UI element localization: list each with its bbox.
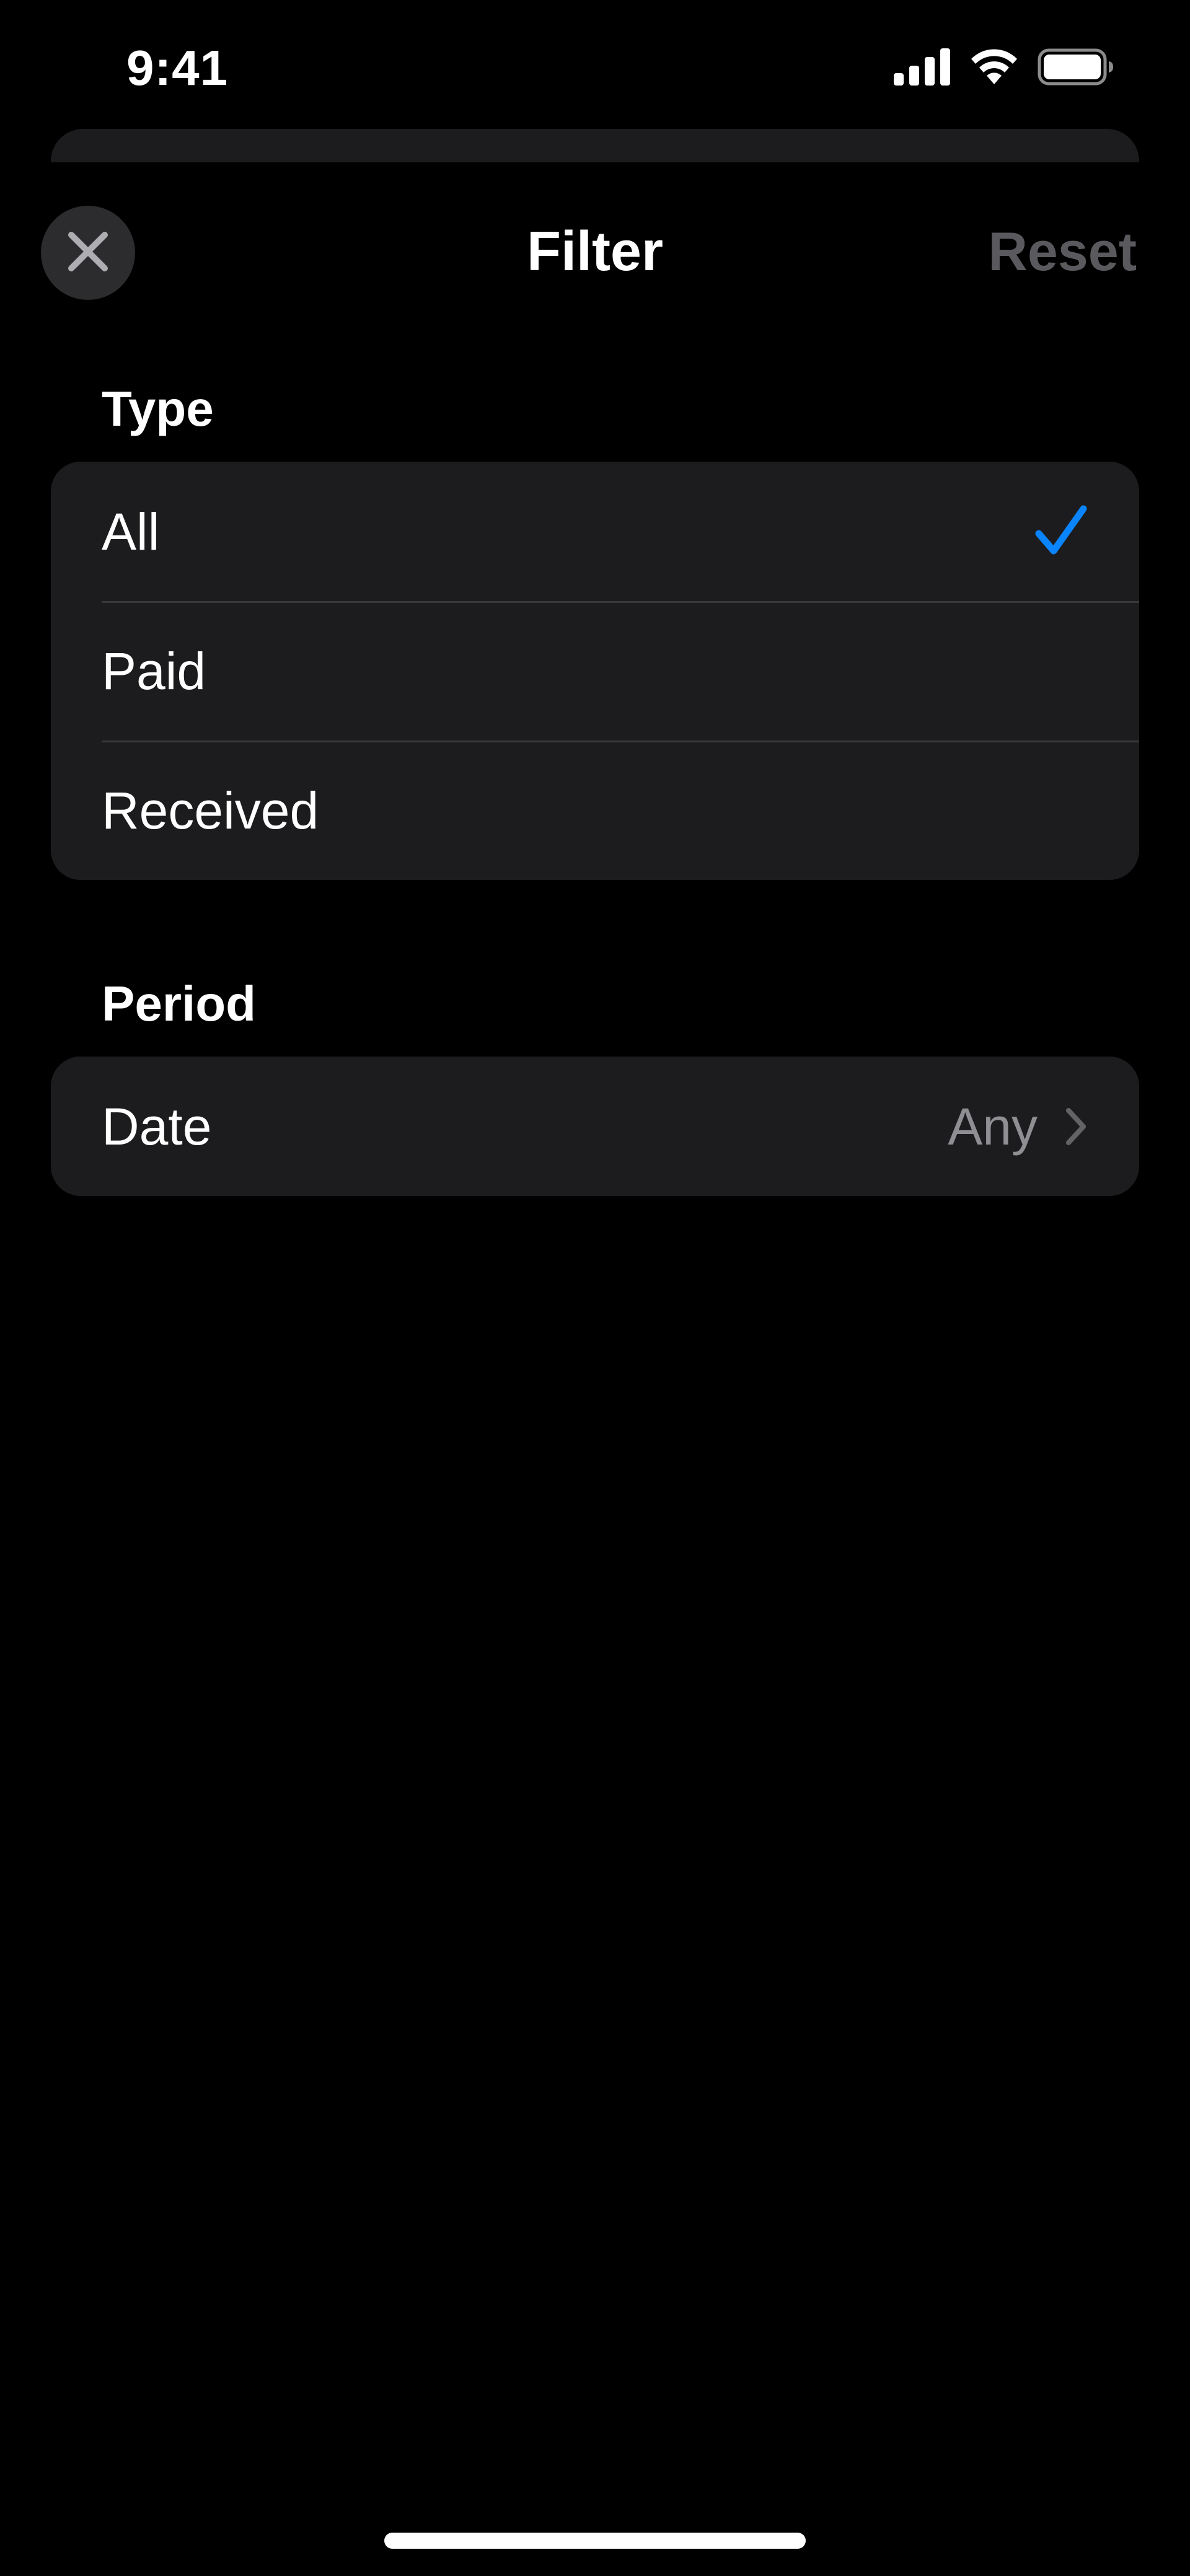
option-label: Received <box>102 781 319 840</box>
date-value: Any <box>948 1097 1038 1156</box>
wifi-icon <box>969 48 1019 86</box>
date-row[interactable]: Date Any <box>51 1057 1139 1196</box>
period-list: Date Any <box>51 1057 1139 1196</box>
date-label: Date <box>102 1097 212 1156</box>
nav-bar: Filter Reset <box>0 198 1190 304</box>
reset-button[interactable]: Reset <box>988 221 1137 283</box>
chevron-right-icon <box>1064 1107 1088 1146</box>
home-indicator[interactable] <box>384 2533 806 2549</box>
type-option-all[interactable]: All <box>51 462 1139 601</box>
type-option-paid[interactable]: Paid <box>51 601 1139 741</box>
status-icons <box>894 45 1114 89</box>
type-options-list: All Paid Received <box>51 462 1139 880</box>
option-label: Paid <box>102 641 206 700</box>
section-header-type: Type <box>102 381 214 436</box>
section-header-period: Period <box>102 976 256 1031</box>
status-time: 9:41 <box>126 40 229 95</box>
cellular-signal-icon <box>894 48 951 86</box>
battery-icon <box>1038 48 1114 86</box>
status-bar: 9:41 <box>0 0 1190 133</box>
option-label: All <box>102 502 160 561</box>
checkmark-icon <box>1033 504 1088 560</box>
type-option-received[interactable]: Received <box>51 741 1139 880</box>
